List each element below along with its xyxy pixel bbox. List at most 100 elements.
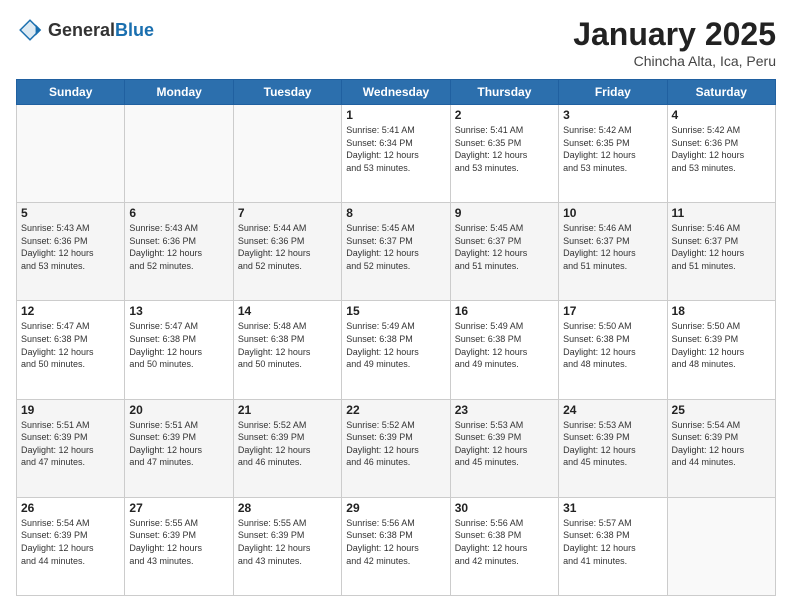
day-info: Sunrise: 5:47 AM Sunset: 6:38 PM Dayligh… [21,320,120,370]
day-number: 21 [238,403,337,417]
day-number: 9 [455,206,554,220]
table-row: 5 Sunrise: 5:43 AM Sunset: 6:36 PM Daylig… [17,203,125,301]
day-number: 14 [238,304,337,318]
calendar-week-row: 26 Sunrise: 5:54 AM Sunset: 6:39 PM Dayli… [17,497,776,595]
day-info: Sunrise: 5:55 AM Sunset: 6:39 PM Dayligh… [238,517,337,567]
table-row [233,105,341,203]
day-number: 28 [238,501,337,515]
col-tuesday: Tuesday [233,80,341,105]
col-monday: Monday [125,80,233,105]
col-saturday: Saturday [667,80,775,105]
calendar-week-row: 12 Sunrise: 5:47 AM Sunset: 6:38 PM Dayli… [17,301,776,399]
logo-blue: Blue [115,21,154,39]
day-number: 4 [672,108,771,122]
day-info: Sunrise: 5:42 AM Sunset: 6:35 PM Dayligh… [563,124,662,174]
day-info: Sunrise: 5:48 AM Sunset: 6:38 PM Dayligh… [238,320,337,370]
table-row: 23 Sunrise: 5:53 AM Sunset: 6:39 PM Dayli… [450,399,558,497]
day-number: 18 [672,304,771,318]
day-info: Sunrise: 5:50 AM Sunset: 6:38 PM Dayligh… [563,320,662,370]
day-info: Sunrise: 5:57 AM Sunset: 6:38 PM Dayligh… [563,517,662,567]
month-title: January 2025 [573,16,776,53]
table-row: 1Sunrise: 5:41 AM Sunset: 6:34 PM Daylig… [342,105,450,203]
day-info: Sunrise: 5:49 AM Sunset: 6:38 PM Dayligh… [346,320,445,370]
logo-text: General Blue [48,21,154,39]
day-number: 15 [346,304,445,318]
table-row: 20 Sunrise: 5:51 AM Sunset: 6:39 PM Dayli… [125,399,233,497]
logo: General Blue [16,16,154,44]
day-number: 27 [129,501,228,515]
day-info: Sunrise: 5:41 AM Sunset: 6:34 PM Dayligh… [346,124,445,174]
table-row: 24 Sunrise: 5:53 AM Sunset: 6:39 PM Dayli… [559,399,667,497]
day-info: Sunrise: 5:56 AM Sunset: 6:38 PM Dayligh… [455,517,554,567]
table-row: 7 Sunrise: 5:44 AM Sunset: 6:36 PM Daylig… [233,203,341,301]
day-number: 23 [455,403,554,417]
table-row [125,105,233,203]
logo-icon [16,16,44,44]
table-row: 21 Sunrise: 5:52 AM Sunset: 6:39 PM Dayli… [233,399,341,497]
table-row: 18 Sunrise: 5:50 AM Sunset: 6:39 PM Dayli… [667,301,775,399]
day-number: 11 [672,206,771,220]
calendar-week-row: 5 Sunrise: 5:43 AM Sunset: 6:36 PM Daylig… [17,203,776,301]
day-info: Sunrise: 5:45 AM Sunset: 6:37 PM Dayligh… [455,222,554,272]
day-info: Sunrise: 5:42 AM Sunset: 6:36 PM Dayligh… [672,124,771,174]
day-info: Sunrise: 5:46 AM Sunset: 6:37 PM Dayligh… [672,222,771,272]
logo-general: General [48,21,115,39]
day-number: 5 [21,206,120,220]
day-info: Sunrise: 5:52 AM Sunset: 6:39 PM Dayligh… [238,419,337,469]
col-wednesday: Wednesday [342,80,450,105]
day-info: Sunrise: 5:54 AM Sunset: 6:39 PM Dayligh… [672,419,771,469]
title-block: January 2025 Chincha Alta, Ica, Peru [573,16,776,69]
table-row: 16 Sunrise: 5:49 AM Sunset: 6:38 PM Dayli… [450,301,558,399]
table-row: 31 Sunrise: 5:57 AM Sunset: 6:38 PM Dayli… [559,497,667,595]
table-row: 28 Sunrise: 5:55 AM Sunset: 6:39 PM Dayli… [233,497,341,595]
table-row: 2Sunrise: 5:41 AM Sunset: 6:35 PM Daylig… [450,105,558,203]
col-sunday: Sunday [17,80,125,105]
table-row: 30Sunrise: 5:56 AM Sunset: 6:38 PM Dayli… [450,497,558,595]
day-info: Sunrise: 5:54 AM Sunset: 6:39 PM Dayligh… [21,517,120,567]
table-row: 27 Sunrise: 5:55 AM Sunset: 6:39 PM Dayli… [125,497,233,595]
day-info: Sunrise: 5:49 AM Sunset: 6:38 PM Dayligh… [455,320,554,370]
day-info: Sunrise: 5:53 AM Sunset: 6:39 PM Dayligh… [563,419,662,469]
day-info: Sunrise: 5:46 AM Sunset: 6:37 PM Dayligh… [563,222,662,272]
day-number: 12 [21,304,120,318]
day-info: Sunrise: 5:55 AM Sunset: 6:39 PM Dayligh… [129,517,228,567]
table-row [667,497,775,595]
table-row: 8 Sunrise: 5:45 AM Sunset: 6:37 PM Daylig… [342,203,450,301]
col-friday: Friday [559,80,667,105]
table-row [17,105,125,203]
page: General Blue January 2025 Chincha Alta, … [0,0,792,612]
table-row: 11 Sunrise: 5:46 AM Sunset: 6:37 PM Dayli… [667,203,775,301]
day-info: Sunrise: 5:50 AM Sunset: 6:39 PM Dayligh… [672,320,771,370]
table-row: 14 Sunrise: 5:48 AM Sunset: 6:38 PM Dayli… [233,301,341,399]
table-row: 22Sunrise: 5:52 AM Sunset: 6:39 PM Dayli… [342,399,450,497]
location-title: Chincha Alta, Ica, Peru [573,53,776,69]
day-number: 24 [563,403,662,417]
day-number: 25 [672,403,771,417]
day-info: Sunrise: 5:45 AM Sunset: 6:37 PM Dayligh… [346,222,445,272]
day-info: Sunrise: 5:47 AM Sunset: 6:38 PM Dayligh… [129,320,228,370]
header: General Blue January 2025 Chincha Alta, … [16,16,776,69]
day-number: 8 [346,206,445,220]
table-row: 4 Sunrise: 5:42 AM Sunset: 6:36 PM Daylig… [667,105,775,203]
day-info: Sunrise: 5:53 AM Sunset: 6:39 PM Dayligh… [455,419,554,469]
day-number: 3 [563,108,662,122]
day-info: Sunrise: 5:43 AM Sunset: 6:36 PM Dayligh… [21,222,120,272]
calendar-week-row: 19Sunrise: 5:51 AM Sunset: 6:39 PM Dayli… [17,399,776,497]
day-number: 31 [563,501,662,515]
day-number: 22 [346,403,445,417]
day-number: 7 [238,206,337,220]
calendar-table: Sunday Monday Tuesday Wednesday Thursday… [16,79,776,596]
day-info: Sunrise: 5:51 AM Sunset: 6:39 PM Dayligh… [129,419,228,469]
table-row: 6Sunrise: 5:43 AM Sunset: 6:36 PM Daylig… [125,203,233,301]
day-number: 16 [455,304,554,318]
day-number: 20 [129,403,228,417]
table-row: 17Sunrise: 5:50 AM Sunset: 6:38 PM Dayli… [559,301,667,399]
day-info: Sunrise: 5:44 AM Sunset: 6:36 PM Dayligh… [238,222,337,272]
table-row: 29Sunrise: 5:56 AM Sunset: 6:38 PM Dayli… [342,497,450,595]
day-info: Sunrise: 5:56 AM Sunset: 6:38 PM Dayligh… [346,517,445,567]
table-row: 12 Sunrise: 5:47 AM Sunset: 6:38 PM Dayli… [17,301,125,399]
table-row: 10Sunrise: 5:46 AM Sunset: 6:37 PM Dayli… [559,203,667,301]
table-row: 3 Sunrise: 5:42 AM Sunset: 6:35 PM Daylig… [559,105,667,203]
day-number: 13 [129,304,228,318]
day-number: 26 [21,501,120,515]
